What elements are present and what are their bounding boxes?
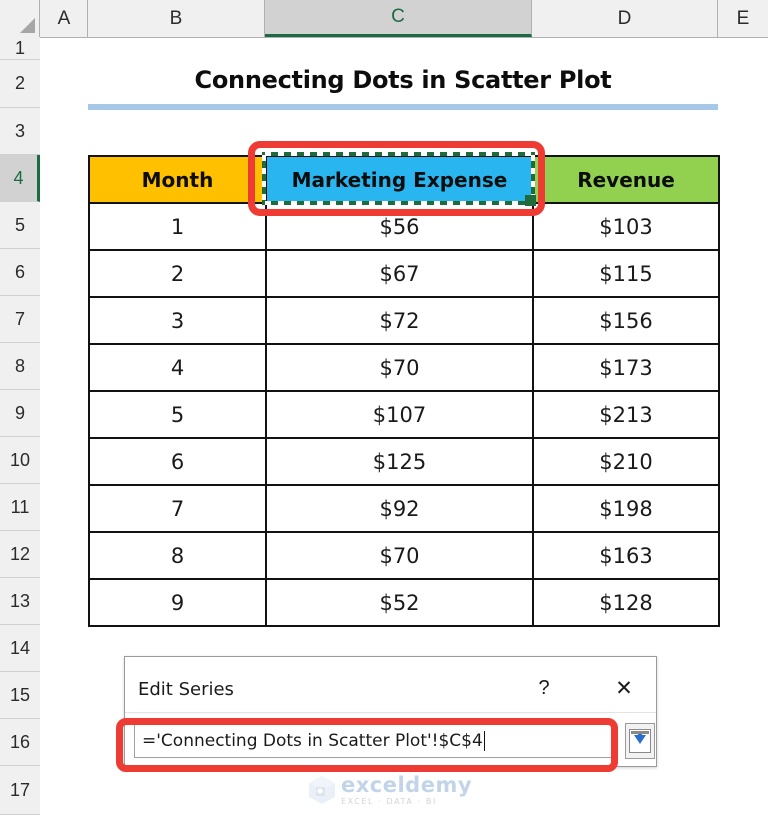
row-header-2[interactable]: 2 [0,60,40,108]
cell-revenue[interactable]: $128 [532,578,720,627]
cell-expense[interactable]: $67 [265,249,534,298]
watermark-tagline: EXCEL · DATA · BI [341,796,437,806]
cell-month[interactable]: 3 [88,296,267,345]
table-row: 5 $107 $213 [88,390,720,439]
cell-revenue[interactable]: $115 [532,249,720,298]
cell-expense[interactable]: $52 [265,578,534,627]
close-icon[interactable]: ✕ [609,673,639,703]
cell-revenue[interactable]: $173 [532,343,720,392]
row-header-8[interactable]: 8 [0,343,40,390]
cell-expense[interactable]: $70 [265,343,534,392]
cell-month[interactable]: 6 [88,437,267,486]
cell-revenue[interactable]: $156 [532,296,720,345]
row-header-16[interactable]: 16 [0,719,40,766]
cell-expense[interactable]: $70 [265,531,534,580]
row-header-9[interactable]: 9 [0,390,40,437]
table-row: 6 $125 $210 [88,437,720,486]
title-underline-rule [88,104,718,110]
cell-month[interactable]: 5 [88,390,267,439]
column-header-d[interactable]: D [532,0,718,37]
row-header-13[interactable]: 13 [0,578,40,625]
cell-month[interactable]: 2 [88,249,267,298]
column-header-month[interactable]: Month [88,155,267,204]
row-header-4[interactable]: 4 [0,155,40,202]
table-row: 3 $72 $156 [88,296,720,345]
row-header-6[interactable]: 6 [0,249,40,296]
row-header-15[interactable]: 15 [0,672,40,719]
column-header-e[interactable]: E [718,0,768,37]
annotation-highlight-series-input [116,718,618,772]
annotation-highlight-header [248,141,545,216]
row-header-12[interactable]: 12 [0,531,40,578]
watermark: exceldemy EXCEL · DATA · BI [308,770,478,810]
cell-revenue[interactable]: $198 [532,484,720,533]
excel-sheet: A B C D E 1 2 3 4 5 6 7 8 9 10 11 12 13 … [0,0,768,815]
cell-month[interactable]: 7 [88,484,267,533]
dialog-title: Edit Series [138,679,234,700]
cell-month[interactable]: 9 [88,578,267,627]
cell-revenue[interactable]: $210 [532,437,720,486]
cell-expense[interactable]: $92 [265,484,534,533]
table-row: 7 $92 $198 [88,484,720,533]
row-header-1[interactable]: 1 [0,37,40,60]
page-title: Connecting Dots in Scatter Plot [194,66,612,94]
cell-revenue[interactable]: $163 [532,531,720,580]
range-selector-collapse-button[interactable] [625,723,655,759]
row-header-3[interactable]: 3 [0,108,40,155]
select-all-button[interactable] [0,0,40,37]
watermark-text: exceldemy EXCEL · DATA · BI [341,772,473,806]
column-header-c[interactable]: C [265,0,532,37]
table-row: 4 $70 $173 [88,343,720,392]
row-header-11[interactable]: 11 [0,484,40,531]
select-all-triangle-icon [20,18,35,33]
row-header-7[interactable]: 7 [0,296,40,343]
row-header-14[interactable]: 14 [0,625,40,672]
table-row: 9 $52 $128 [88,578,720,627]
column-header-revenue[interactable]: Revenue [532,155,720,204]
cell-revenue[interactable]: $103 [532,202,720,251]
cell-month[interactable]: 4 [88,343,267,392]
table-row: 8 $70 $163 [88,531,720,580]
exceldemy-logo-icon [308,775,336,805]
cell-expense[interactable]: $72 [265,296,534,345]
column-header-a[interactable]: A [41,0,88,37]
help-icon[interactable]: ? [529,673,559,703]
cell-revenue[interactable]: $213 [532,390,720,439]
cell-expense[interactable]: $125 [265,437,534,486]
row-header-17[interactable]: 17 [0,766,40,815]
cell-expense[interactable]: $107 [265,390,534,439]
cell-month[interactable]: 1 [88,202,267,251]
row-header-10[interactable]: 10 [0,437,40,484]
watermark-name: exceldemy [341,772,473,797]
cell-month[interactable]: 8 [88,531,267,580]
table-row: 2 $67 $115 [88,249,720,298]
row-header-5[interactable]: 5 [0,202,40,249]
data-table: Month Marketing Expense Revenue 1 $56 $1… [88,155,720,627]
range-selector-collapse-icon [629,729,651,753]
column-header-b[interactable]: B [88,0,265,37]
collapse-icon-arrow [634,735,646,744]
dialog-divider [125,712,656,713]
